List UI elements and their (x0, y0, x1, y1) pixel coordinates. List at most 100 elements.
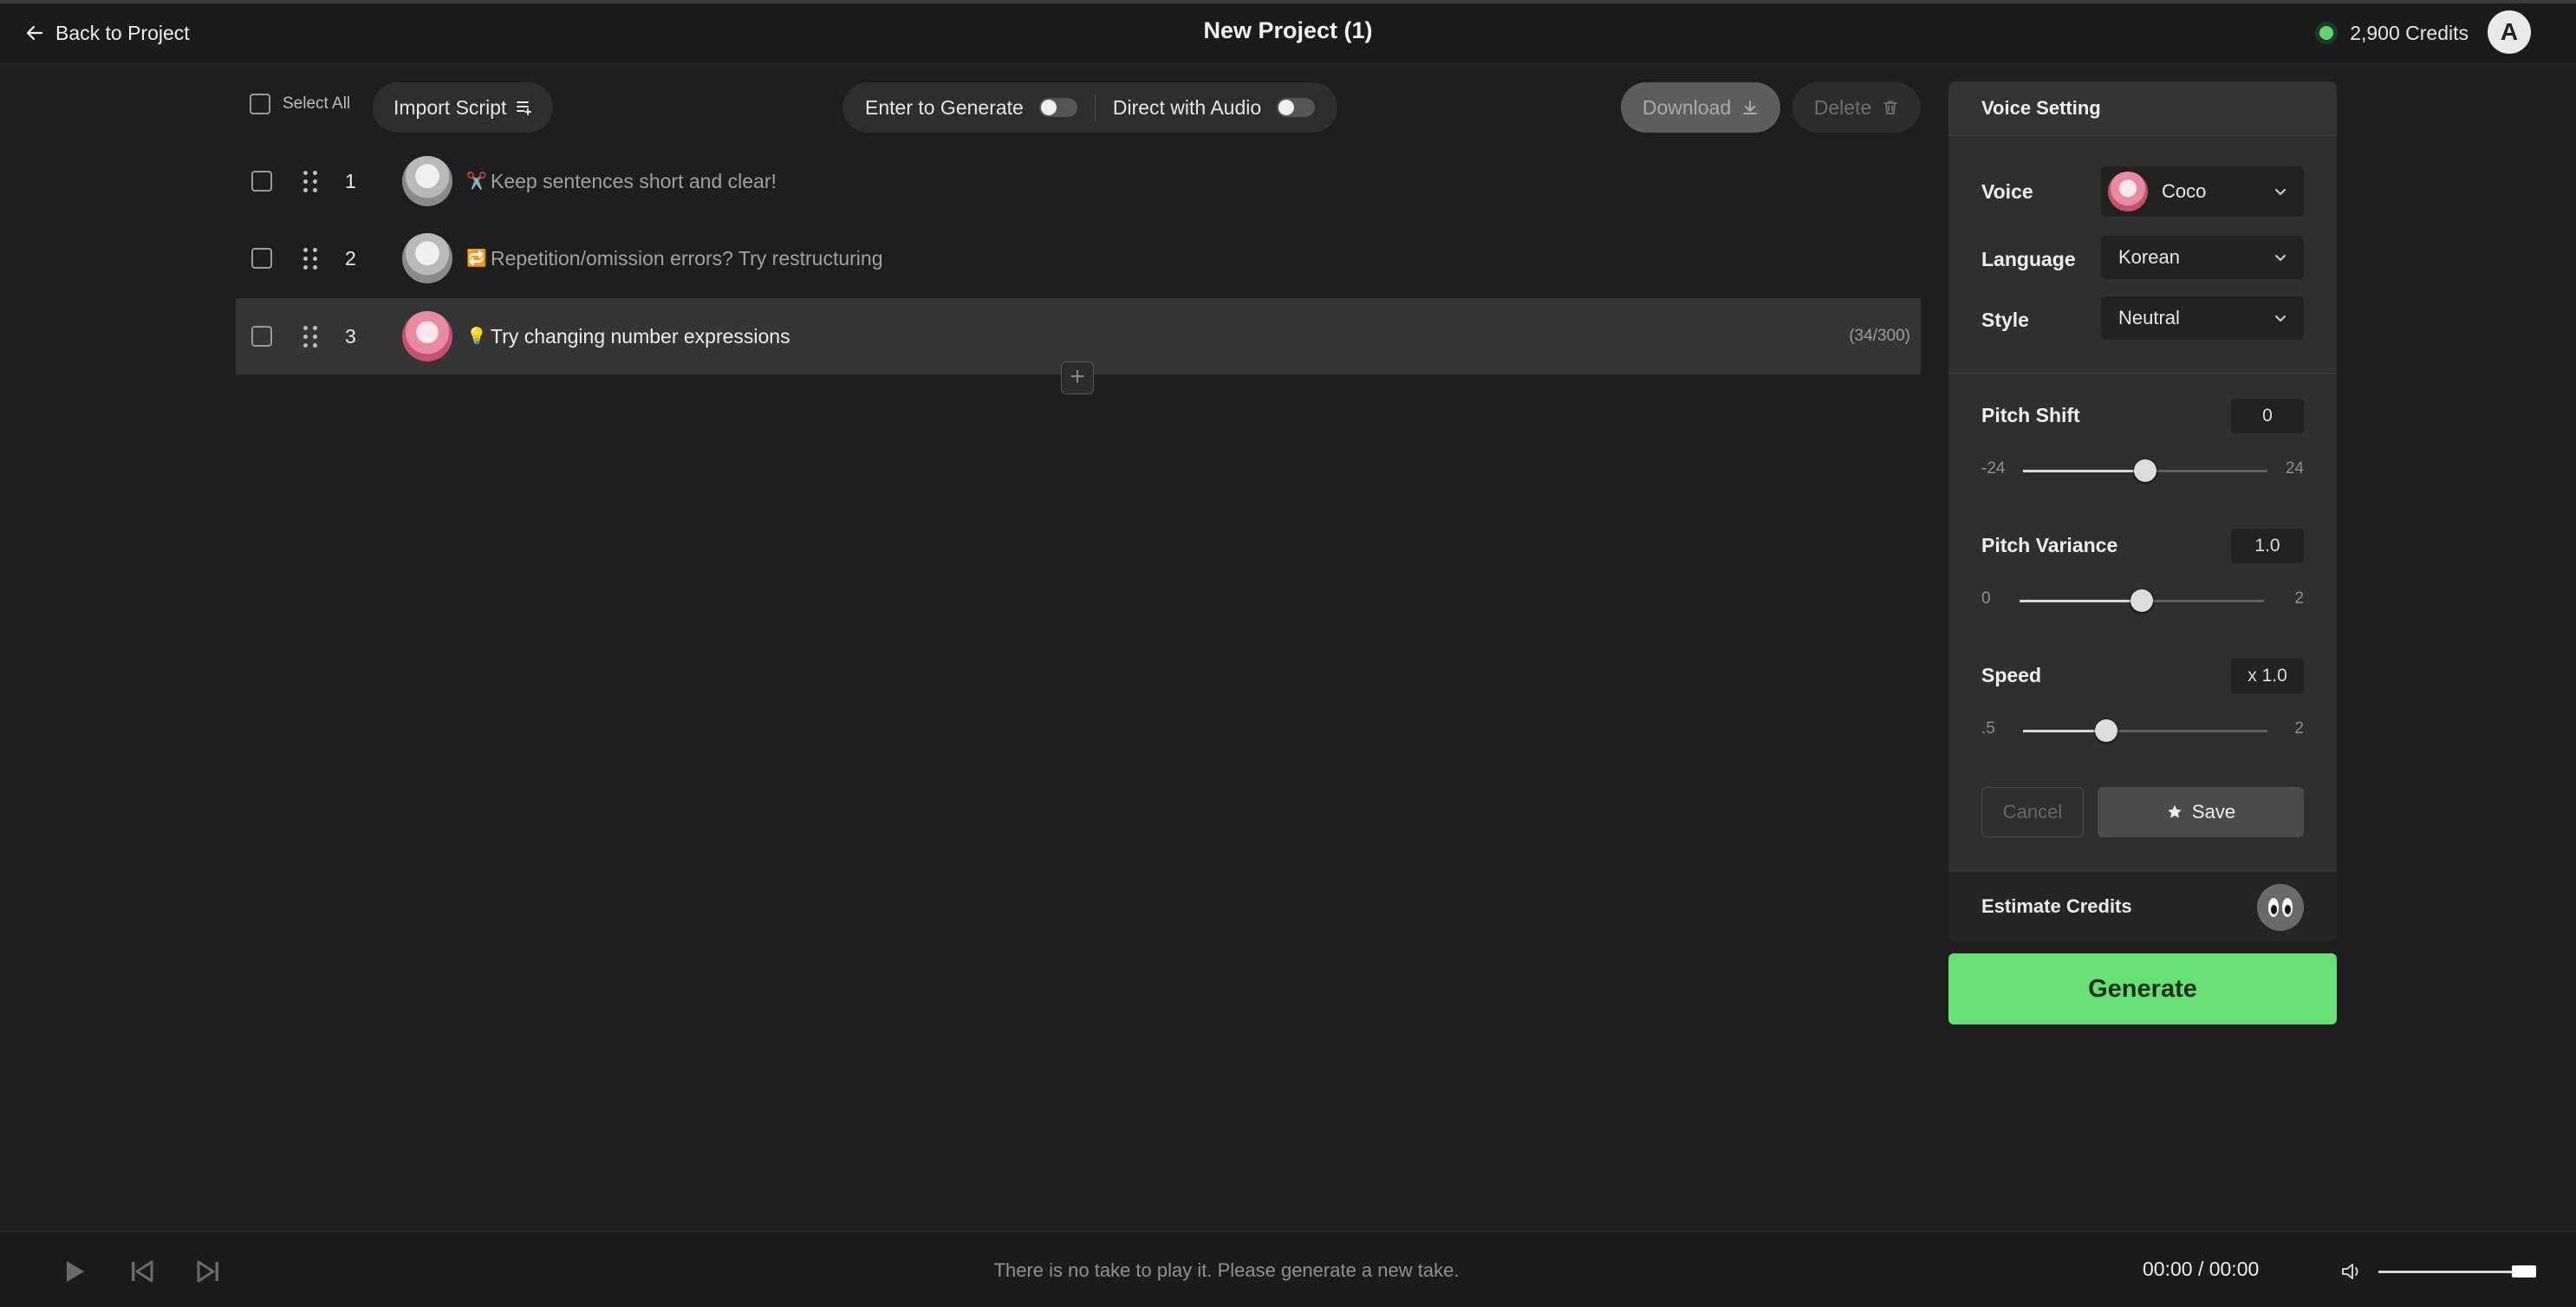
enter-to-generate-label: Enter to Generate (865, 95, 1024, 119)
coco-avatar (2108, 172, 2148, 211)
coco-avatar[interactable] (402, 311, 452, 361)
save-button[interactable]: Save (2098, 787, 2304, 837)
row-text: Repetition/omission errors? Try restruct… (491, 246, 883, 270)
download-icon (1743, 101, 1758, 114)
save-label: Save (2191, 801, 2236, 823)
scissors-icon: ✂️ (466, 172, 487, 191)
credits-label: 2,900 Credits (2350, 21, 2469, 44)
toggle-divider (1094, 94, 1096, 120)
row-text: Keep sentences short and clear! (491, 169, 777, 192)
style-label: Style (1981, 309, 2029, 331)
speed-slider[interactable] (2023, 719, 2267, 742)
download-label: Download (1642, 95, 1732, 119)
voice-avatar[interactable] (402, 233, 452, 283)
credits-indicator: 2,900 Credits (2315, 17, 2469, 49)
row-checkbox[interactable] (251, 248, 272, 269)
row-index: 3 (345, 324, 356, 348)
generation-toggles: Enter to Generate Direct with Audio (842, 82, 1338, 133)
pitch-variance-slider[interactable] (2020, 589, 2264, 612)
pitch-variance-label: Pitch Variance (1981, 534, 2118, 556)
row-text-input[interactable]: 🔁 Repetition/omission errors? Try restru… (466, 247, 883, 270)
slider-thumb[interactable] (2094, 719, 2117, 742)
character-count: (34/300) (1849, 327, 1910, 345)
download-button[interactable]: Download (1621, 82, 1780, 133)
delete-button[interactable]: Delete (1792, 82, 1921, 133)
slider-fill (2023, 730, 2106, 732)
page-title: New Project (1) (1203, 17, 1373, 43)
language-label: Language (1981, 248, 2076, 270)
pitch-shift-input[interactable]: 0 (2231, 399, 2304, 433)
voice-setting-panel: Voice Setting Voice Coco Language Korean… (1948, 81, 2337, 941)
bulb-icon: 💡 (466, 328, 487, 346)
speed-label: Speed (1981, 664, 2042, 686)
pitch-shift-min: -24 (1981, 459, 2006, 478)
row-checkbox[interactable] (251, 326, 272, 347)
script-row[interactable]: 2 🔁 Repetition/omission errors? Try rest… (236, 220, 1921, 296)
chevron-down-icon (2275, 315, 2286, 322)
pitch-shift-label: Pitch Shift (1981, 404, 2080, 426)
pitch-shift-max: 24 (2285, 459, 2304, 478)
status-dot-icon (2315, 22, 2339, 44)
chevron-down-icon (2275, 189, 2286, 196)
drag-handle-icon[interactable] (303, 170, 319, 192)
volume-slider[interactable] (2378, 1271, 2534, 1273)
eyes-icon[interactable] (2257, 884, 2304, 931)
estimate-credits-label: Estimate Credits (1981, 895, 2132, 917)
row-checkbox[interactable] (251, 171, 272, 192)
speed-input[interactable]: x 1.0 (2231, 659, 2304, 693)
style-select[interactable]: Neutral (2101, 296, 2304, 340)
player-message: There is no take to play it. Please gene… (993, 1259, 1460, 1281)
row-index: 1 (345, 169, 356, 192)
plus-icon: + (1070, 362, 1085, 391)
repeat-icon: 🔁 (466, 250, 487, 268)
chevron-down-icon (2275, 255, 2286, 262)
enter-to-generate-toggle[interactable] (1038, 98, 1077, 117)
trash-icon (1883, 101, 1898, 114)
language-value: Korean (2118, 246, 2180, 268)
delete-label: Delete (1813, 95, 1872, 119)
import-script-label: Import Script (394, 95, 507, 119)
pitch-variance-input[interactable]: 1.0 (2231, 529, 2304, 563)
direct-with-audio-toggle[interactable] (1277, 98, 1316, 117)
pitch-variance-max: 2 (2294, 589, 2304, 608)
player-bar: There is no take to play it. Please gene… (0, 1231, 2576, 1307)
language-select[interactable]: Korean (2101, 236, 2304, 279)
row-index: 2 (345, 246, 356, 270)
volume-thumb[interactable] (2512, 1265, 2536, 1278)
script-row[interactable]: 1 ✂️ Keep sentences short and clear! (236, 143, 1921, 219)
slider-fill (2023, 470, 2145, 472)
save-star-icon (2168, 805, 2182, 818)
voice-select[interactable]: Coco (2101, 166, 2304, 217)
voice-label: Voice (1981, 180, 2033, 203)
pitch-variance-min: 0 (1981, 589, 1991, 608)
row-text-input[interactable]: 💡 Try changing number expressions (466, 325, 790, 348)
row-text-input[interactable]: ✂️ Keep sentences short and clear! (466, 170, 777, 193)
import-script-button[interactable]: Import Script (373, 82, 554, 133)
generate-button[interactable]: Generate (1948, 953, 2337, 1024)
voice-value: Coco (2162, 180, 2207, 202)
estimate-credits-row: Estimate Credits (1948, 872, 2337, 941)
style-value: Neutral (2118, 307, 2180, 328)
slider-thumb[interactable] (2130, 589, 2153, 612)
drag-handle-icon[interactable] (303, 247, 319, 270)
slider-thumb[interactable] (2134, 459, 2156, 482)
playback-time: 00:00 / 00:00 (2143, 1258, 2260, 1280)
slider-fill (2020, 600, 2142, 602)
direct-with-audio-label: Direct with Audio (1112, 95, 1262, 119)
pitch-shift-slider[interactable] (2023, 459, 2267, 482)
cancel-button[interactable]: Cancel (1981, 787, 2084, 837)
drag-handle-icon[interactable] (303, 325, 319, 348)
row-text: Try changing number expressions (491, 324, 790, 348)
voice-avatar[interactable] (402, 156, 452, 206)
speed-max: 2 (2294, 719, 2304, 738)
volume-button[interactable] (2340, 1256, 2366, 1287)
divider (1948, 373, 2337, 374)
speaker-icon (2342, 1264, 2358, 1279)
select-all-checkbox[interactable] (250, 94, 270, 114)
add-row-button[interactable]: + (1061, 361, 1094, 394)
list-add-icon (517, 101, 532, 115)
select-all-label: Select All (283, 94, 351, 113)
voice-setting-title: Voice Setting (1948, 81, 2337, 136)
user-avatar[interactable]: A (2488, 10, 2531, 54)
select-all-control[interactable]: Select All (250, 94, 350, 114)
